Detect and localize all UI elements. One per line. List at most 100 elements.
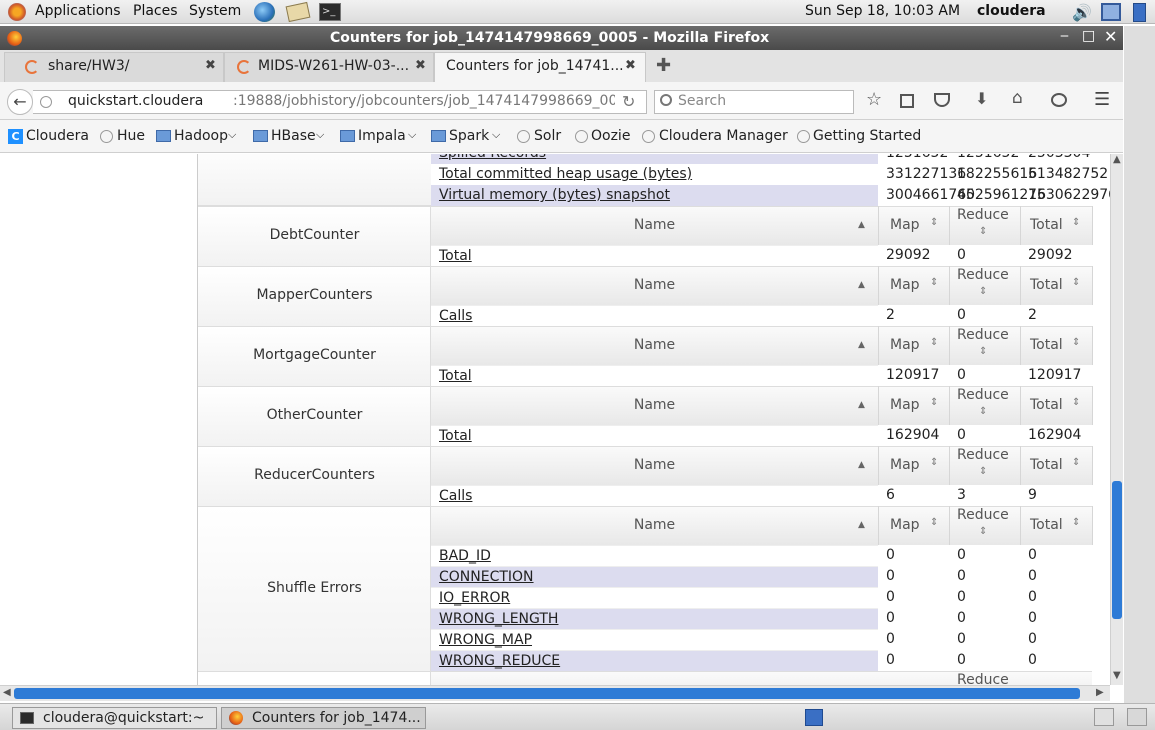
minimize-button[interactable]: ‒ bbox=[1060, 28, 1069, 44]
sort-both-icon[interactable]: ⇕ bbox=[930, 517, 938, 528]
column-header-total[interactable]: Total bbox=[1030, 337, 1063, 353]
horizontal-scrollbar[interactable]: ◀ ▶ bbox=[0, 685, 1110, 701]
show-desktop-icon[interactable] bbox=[1127, 708, 1147, 726]
counter-name-link[interactable]: Total committed heap usage (bytes) bbox=[431, 164, 878, 185]
bookmark-folder-hbase[interactable]: HBase bbox=[271, 128, 316, 144]
sort-both-icon[interactable]: ⇕ bbox=[1072, 337, 1080, 348]
counter-name-link[interactable]: Virtual memory (bytes) snapshot bbox=[431, 185, 878, 206]
sort-asc-icon[interactable]: ▲ bbox=[858, 340, 865, 350]
vertical-scroll-thumb[interactable] bbox=[1112, 481, 1122, 619]
site-info-icon[interactable] bbox=[40, 96, 52, 108]
column-header-reduce[interactable]: Reduce bbox=[957, 507, 1009, 523]
column-header-name[interactable]: Name bbox=[431, 397, 878, 413]
column-header-total[interactable]: Total bbox=[1030, 397, 1063, 413]
sort-both-icon[interactable]: ⇕ bbox=[979, 526, 987, 537]
column-header-map[interactable]: Map bbox=[890, 397, 920, 413]
applications-icon[interactable] bbox=[8, 3, 26, 21]
places-menu[interactable]: Places bbox=[133, 3, 178, 19]
bookmark-oozie[interactable]: Oozie bbox=[591, 128, 630, 144]
sort-both-icon[interactable]: ⇕ bbox=[979, 286, 987, 297]
scroll-up-icon[interactable]: ▲ bbox=[1113, 154, 1121, 165]
sort-asc-icon[interactable]: ▲ bbox=[858, 280, 865, 290]
home-icon[interactable]: ⌂ bbox=[1012, 88, 1023, 108]
taskbar-firefox[interactable]: Counters for job_1474... bbox=[221, 707, 426, 729]
sort-asc-icon[interactable]: ▲ bbox=[858, 520, 865, 530]
menu-icon[interactable]: ☰ bbox=[1094, 89, 1110, 110]
bookmark-cloudera[interactable]: Cloudera bbox=[26, 128, 89, 144]
sort-both-icon[interactable]: ⇕ bbox=[979, 346, 987, 357]
sort-both-icon[interactable]: ⇕ bbox=[930, 397, 938, 408]
column-header-map[interactable]: Map bbox=[890, 277, 920, 293]
bookmark-folder-hadoop[interactable]: Hadoop bbox=[174, 128, 228, 144]
volume-icon[interactable]: 🔊 bbox=[1072, 3, 1092, 22]
bookmark-solr[interactable]: Solr bbox=[534, 128, 561, 144]
column-header-name[interactable]: Name bbox=[431, 277, 878, 293]
sort-both-icon[interactable]: ⇕ bbox=[930, 217, 938, 228]
maximize-button[interactable]: □ bbox=[1082, 28, 1095, 44]
sort-asc-icon[interactable]: ▲ bbox=[858, 460, 865, 470]
column-header-reduce[interactable]: Reduce bbox=[957, 672, 1009, 685]
downloads-icon[interactable]: ⬇ bbox=[975, 89, 988, 108]
column-header-name[interactable]: Name bbox=[431, 217, 878, 233]
bookmark-hue[interactable]: Hue bbox=[117, 128, 145, 144]
sort-both-icon[interactable]: ⇕ bbox=[930, 277, 938, 288]
column-header-map[interactable]: Map bbox=[890, 337, 920, 353]
tab-counters[interactable]: Counters for job_14741... ✖ bbox=[434, 52, 646, 82]
column-header-reduce[interactable]: Reduce bbox=[957, 447, 1009, 463]
column-header-map[interactable]: Map bbox=[890, 517, 920, 533]
column-header-name[interactable]: Name bbox=[431, 337, 878, 353]
column-header-total[interactable]: Total bbox=[1030, 217, 1063, 233]
applications-menu[interactable]: Applications bbox=[35, 3, 121, 19]
counter-name-link[interactable]: Total bbox=[431, 425, 878, 446]
url-bar[interactable]: quickstart.cloudera :19888/jobhistory/jo… bbox=[33, 90, 647, 114]
scroll-left-icon[interactable]: ◀ bbox=[3, 687, 11, 698]
back-button[interactable]: ← bbox=[7, 89, 33, 115]
bookmark-getting-started[interactable]: Getting Started bbox=[813, 128, 921, 144]
column-header-reduce[interactable]: Reduce bbox=[957, 327, 1009, 343]
counter-name-link[interactable]: WRONG_REDUCE bbox=[431, 650, 878, 671]
new-tab-button[interactable]: ✚ bbox=[656, 55, 671, 76]
mail-icon[interactable] bbox=[285, 1, 311, 23]
tab-mids-hw[interactable]: MIDS-W261-HW-03-... ✖ bbox=[224, 52, 434, 82]
bookmark-cloudera-manager[interactable]: Cloudera Manager bbox=[659, 128, 788, 144]
pocket-icon[interactable] bbox=[934, 93, 950, 107]
counter-name-link[interactable]: Total bbox=[431, 365, 878, 386]
column-header-map[interactable]: Map bbox=[890, 457, 920, 473]
counter-name-link[interactable]: Total bbox=[431, 245, 878, 266]
counter-name-link[interactable]: WRONG_LENGTH bbox=[431, 608, 878, 629]
vertical-scrollbar[interactable]: ▲ ▼ bbox=[1110, 154, 1123, 685]
tab-close-icon[interactable]: ✖ bbox=[205, 58, 216, 73]
column-header-total[interactable]: Total bbox=[1030, 457, 1063, 473]
counter-name-link[interactable]: Spilled Records bbox=[431, 154, 878, 164]
close-window-button[interactable]: ✕ bbox=[1104, 27, 1117, 46]
sort-both-icon[interactable]: ⇕ bbox=[979, 406, 987, 417]
network-icon[interactable] bbox=[1101, 3, 1121, 21]
horizontal-scroll-thumb[interactable] bbox=[14, 688, 1080, 699]
sort-both-icon[interactable]: ⇕ bbox=[1072, 217, 1080, 228]
sort-both-icon[interactable]: ⇕ bbox=[979, 226, 987, 237]
counter-name-link[interactable]: IO_ERROR bbox=[431, 587, 878, 608]
sort-both-icon[interactable]: ⇕ bbox=[1072, 397, 1080, 408]
chat-icon[interactable] bbox=[1051, 93, 1067, 107]
web-browser-icon[interactable] bbox=[254, 2, 275, 22]
column-header-total[interactable]: Total bbox=[1030, 517, 1063, 533]
sort-both-icon[interactable]: ⇕ bbox=[1072, 517, 1080, 528]
column-header-map[interactable]: Map bbox=[890, 217, 920, 233]
tab-close-icon[interactable]: ✖ bbox=[625, 58, 636, 73]
counter-name-link[interactable]: Calls bbox=[431, 485, 878, 506]
clock[interactable]: Sun Sep 18, 10:03 AM bbox=[805, 3, 960, 19]
tab-close-icon[interactable]: ✖ bbox=[415, 58, 426, 73]
window-titlebar[interactable]: Counters for job_1474147998669_0005 - Mo… bbox=[0, 26, 1123, 50]
counter-name-link[interactable]: Calls bbox=[431, 305, 878, 326]
column-header-total[interactable]: Total bbox=[1030, 277, 1063, 293]
search-field[interactable]: Search bbox=[654, 90, 854, 114]
sort-asc-icon[interactable]: ▲ bbox=[858, 220, 865, 230]
column-header-reduce[interactable]: Reduce bbox=[957, 267, 1009, 283]
counter-name-link[interactable]: BAD_ID bbox=[431, 545, 878, 566]
counter-name-link[interactable]: WRONG_MAP bbox=[431, 629, 878, 650]
scroll-down-icon[interactable]: ▼ bbox=[1113, 670, 1121, 681]
system-menu[interactable]: System bbox=[189, 3, 241, 19]
sort-both-icon[interactable]: ⇕ bbox=[979, 466, 987, 477]
bookmark-folder-spark[interactable]: Spark bbox=[449, 128, 489, 144]
firefox-tray-icon[interactable] bbox=[1094, 708, 1114, 726]
